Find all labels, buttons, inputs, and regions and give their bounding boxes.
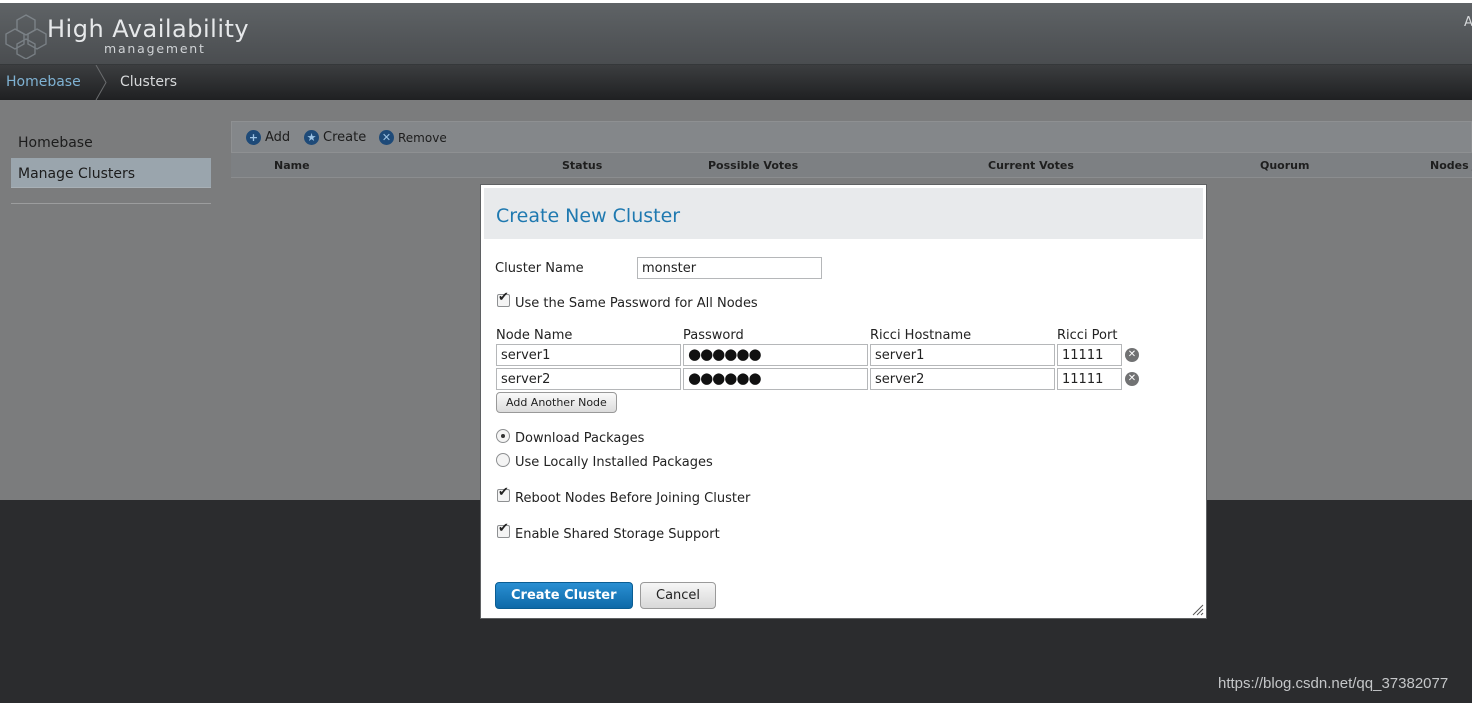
column-header-status[interactable]: Status xyxy=(562,159,602,172)
column-header-possible-votes[interactable]: Possible Votes xyxy=(708,159,798,172)
create-cluster-dialog: Create New Cluster Cluster Name Use the … xyxy=(480,184,1207,619)
reboot-nodes-checkbox[interactable] xyxy=(497,485,510,502)
shared-storage-label: Enable Shared Storage Support xyxy=(515,527,720,542)
password-input[interactable]: ●●●●●● xyxy=(683,344,868,366)
password-input[interactable]: ●●●●●● xyxy=(683,368,868,390)
hexagon-logo-icon xyxy=(5,14,47,59)
remove-label: Remove xyxy=(398,130,447,145)
same-password-checkbox[interactable] xyxy=(497,290,510,307)
column-header-current-votes[interactable]: Current Votes xyxy=(988,159,1074,172)
node-name-input[interactable] xyxy=(496,368,681,390)
download-packages-label: Download Packages xyxy=(515,431,645,446)
password-column-label: Password xyxy=(683,328,744,343)
node-name-column-label: Node Name xyxy=(496,328,573,343)
ricci-port-input[interactable] xyxy=(1057,368,1122,390)
local-packages-radio[interactable] xyxy=(496,453,510,467)
same-password-label: Use the Same Password for All Nodes xyxy=(515,296,758,311)
sidebar-item-manage-clusters[interactable]: Manage Clusters xyxy=(11,158,211,188)
cluster-toolbar: + Add ★ Create ✕ Remove xyxy=(231,121,1472,153)
sidebar-item-label: Manage Clusters xyxy=(18,166,136,182)
create-label: Create xyxy=(323,130,367,145)
watermark-url: https://blog.csdn.net/qq_37382077 xyxy=(1218,675,1449,692)
create-cluster-button[interactable]: Create Cluster xyxy=(495,582,633,609)
app-header: High Availability management A xyxy=(0,3,1472,65)
breadcrumb-clusters: Clusters xyxy=(120,74,177,90)
brand-subtitle: management xyxy=(104,41,206,56)
sidebar-divider xyxy=(11,203,211,204)
header-user-link[interactable]: A xyxy=(1464,15,1472,30)
clusters-table-header: Name Status Possible Votes Current Votes… xyxy=(231,153,1472,178)
ricci-port-column-label: Ricci Port xyxy=(1057,328,1118,343)
column-header-name[interactable]: Name xyxy=(274,159,310,172)
breadcrumb-separator-icon xyxy=(95,65,107,100)
dialog-title: Create New Cluster xyxy=(496,205,681,227)
node-name-input[interactable] xyxy=(496,344,681,366)
plus-icon: + xyxy=(246,130,261,145)
remove-button[interactable]: ✕ Remove xyxy=(379,130,447,145)
shared-storage-checkbox[interactable] xyxy=(497,521,510,538)
download-packages-radio[interactable] xyxy=(496,429,510,443)
breadcrumb-homebase[interactable]: Homebase xyxy=(6,74,81,90)
cluster-name-input[interactable] xyxy=(637,257,822,279)
breadcrumb: Homebase Clusters xyxy=(0,65,1472,100)
local-packages-label: Use Locally Installed Packages xyxy=(515,455,713,470)
cluster-name-label: Cluster Name xyxy=(495,261,584,276)
star-icon: ★ xyxy=(304,130,319,145)
reboot-nodes-label: Reboot Nodes Before Joining Cluster xyxy=(515,491,751,506)
create-button[interactable]: ★ Create xyxy=(304,130,366,145)
remove-node-icon[interactable]: ✕ xyxy=(1125,348,1139,362)
add-button[interactable]: + Add xyxy=(246,130,290,145)
brand-title: High Availability xyxy=(47,15,250,43)
ricci-hostname-column-label: Ricci Hostname xyxy=(870,328,972,343)
sidebar-item-label: Homebase xyxy=(18,135,93,151)
resize-handle-icon[interactable] xyxy=(1192,604,1204,616)
sidebar-item-homebase[interactable]: Homebase xyxy=(11,127,211,157)
ricci-hostname-input[interactable] xyxy=(870,344,1055,366)
ricci-hostname-input[interactable] xyxy=(870,368,1055,390)
ricci-port-input[interactable] xyxy=(1057,344,1122,366)
remove-node-icon[interactable]: ✕ xyxy=(1125,372,1139,386)
remove-icon: ✕ xyxy=(379,130,394,145)
dialog-header: Create New Cluster xyxy=(484,188,1203,239)
column-header-quorum[interactable]: Quorum xyxy=(1260,159,1309,172)
add-label: Add xyxy=(265,130,291,145)
column-header-nodes-joined[interactable]: Nodes J xyxy=(1430,159,1472,172)
add-another-node-button[interactable]: Add Another Node xyxy=(496,392,617,413)
cancel-button[interactable]: Cancel xyxy=(640,582,717,609)
